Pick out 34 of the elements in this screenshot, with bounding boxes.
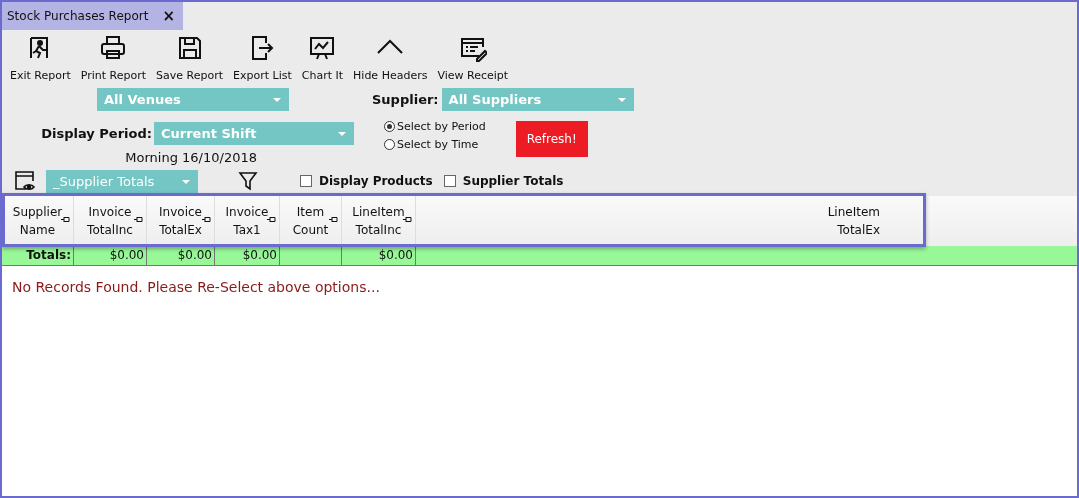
toolbar-button[interactable]: Save Report [151,34,229,88]
totals-cell: $0.00 [74,246,147,265]
supplier-label: Supplier: [372,91,439,109]
column-header[interactable]: Supplier Name [2,196,74,246]
toolbar-button[interactable]: View Receipt [432,34,514,88]
toolbar-button[interactable]: Exit Report [5,34,76,88]
column-header[interactable]: LineItem TotalInc [342,196,416,246]
radio-option[interactable]: Select by Time [384,138,486,151]
totals-cell: $0.00 [342,246,416,265]
close-icon[interactable]: × [162,7,175,25]
toolbar-button[interactable]: Export List [228,34,297,88]
refresh-button[interactable]: Refresh! [515,121,588,157]
period-caption: Morning 16/10/2018 [124,150,258,165]
totals-cell: Totals: [2,246,74,265]
column-header[interactable]: Invoice TotalEx [147,196,215,246]
radio-option[interactable]: Select by Period [384,120,486,133]
toolbar-button[interactable]: Print Report [75,34,152,88]
view-icon [14,170,36,192]
toolbar-button[interactable]: Chart It [296,34,349,88]
totals-cell: $0.00 [147,246,215,265]
report-tab[interactable]: Stock Purchases Report × [2,2,183,30]
print-icon [99,34,128,62]
chart-icon [308,34,337,62]
toolbar-button[interactable]: Hide Headers [348,34,433,88]
column-header[interactable]: Item Count [280,196,342,246]
option-checkbox[interactable]: Display Products [300,174,433,188]
period-label: Display Period: [41,125,152,143]
filter-icon[interactable] [238,171,258,191]
empty-message: No Records Found. Please Re-Select above options... [11,278,381,295]
column-header[interactable]: Invoice Tax1 [215,196,280,246]
column-header[interactable]: LineItem TotalEx [416,196,892,246]
column-header[interactable]: Invoice TotalInc [74,196,147,246]
option-checkbox[interactable]: Supplier Totals [443,174,564,188]
totals-cell: $0.00 [215,246,280,265]
